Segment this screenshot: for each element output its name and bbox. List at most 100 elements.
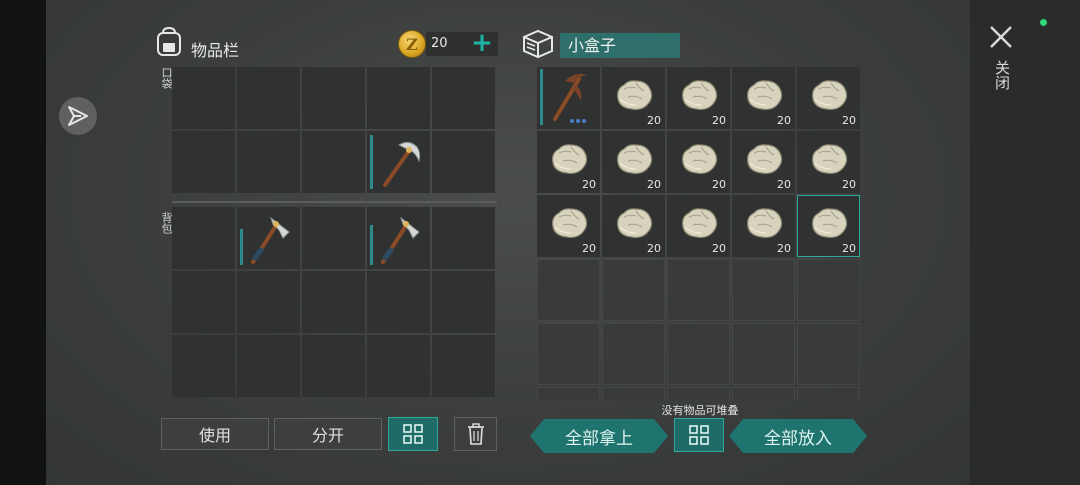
inventory-slot[interactable] [237, 335, 300, 397]
axe-icon [381, 216, 420, 264]
inventory-slot[interactable] [432, 335, 495, 397]
backpack-grid [172, 207, 495, 397]
box-slot[interactable]: 20 [602, 131, 665, 193]
box-slot[interactable]: 20 [732, 67, 795, 129]
inventory-slot[interactable] [367, 271, 430, 333]
pickaxe-icon [383, 141, 421, 187]
box-sort-button[interactable] [674, 418, 724, 452]
close-icon [990, 26, 1012, 48]
box-slot[interactable]: 20 [602, 195, 665, 257]
item-count: 20 [712, 178, 726, 191]
inventory-slot[interactable] [302, 335, 365, 397]
status-indicator [1040, 19, 1047, 26]
quality-dots [570, 119, 586, 123]
box-slot[interactable]: 20 [667, 131, 730, 193]
inventory-slot[interactable] [302, 67, 365, 129]
inventory-slot[interactable] [367, 335, 430, 397]
put-all-button[interactable]: 全部放入 [729, 419, 867, 453]
inventory-slot[interactable] [367, 207, 430, 269]
stone-icon [747, 208, 783, 239]
item-count: 20 [582, 178, 596, 191]
box-slot[interactable] [797, 259, 860, 321]
take-all-button[interactable]: 全部拿上 [530, 419, 668, 453]
stone-icon [617, 80, 653, 111]
item-count: 20 [842, 114, 856, 127]
box-slot[interactable] [797, 323, 860, 385]
box-slot[interactable] [732, 259, 795, 321]
inventory-slot[interactable] [237, 131, 300, 193]
stone-icon [812, 208, 848, 239]
grid-icon [403, 424, 423, 444]
box-slot[interactable]: 20 [797, 131, 860, 193]
stone-icon [747, 144, 783, 175]
box-slot[interactable] [732, 387, 795, 400]
stone-icon [747, 80, 783, 111]
box-slot[interactable] [667, 259, 730, 321]
close-button[interactable] [986, 22, 1016, 52]
coin-icon: Z [398, 30, 426, 58]
item-count: 20 [712, 114, 726, 127]
add-coins-button[interactable]: + [471, 30, 493, 56]
use-button[interactable]: 使用 [161, 418, 269, 450]
box-name-field[interactable]: 小盒子 [560, 33, 680, 58]
box-slot[interactable] [537, 259, 600, 321]
box-slot[interactable]: 20 [602, 67, 665, 129]
trash-button[interactable] [454, 417, 497, 451]
inventory-slot[interactable] [172, 335, 235, 397]
box-grid: 20 20 20 20 20 20 20 20 20 20 20 20 20 20 [537, 67, 860, 400]
pocket-grid [172, 67, 495, 193]
inventory-slot[interactable] [432, 271, 495, 333]
box-slot[interactable] [667, 387, 730, 400]
box-slot[interactable]: 20 [667, 195, 730, 257]
box-slot[interactable] [602, 259, 665, 321]
stone-icon [617, 144, 653, 175]
box-slot[interactable] [537, 67, 600, 129]
box-slot[interactable] [537, 323, 600, 385]
split-button[interactable]: 分开 [274, 418, 382, 450]
stone-icon [552, 208, 588, 239]
inventory-slot[interactable] [237, 207, 300, 269]
box-slot[interactable] [667, 323, 730, 385]
section-divider [172, 201, 497, 203]
inventory-slot[interactable] [172, 131, 235, 193]
close-panel [970, 0, 1080, 485]
box-slot[interactable]: 20 [537, 195, 600, 257]
inventory-slot[interactable] [172, 271, 235, 333]
box-slot[interactable] [602, 387, 665, 400]
left-edge [0, 0, 46, 485]
sort-button[interactable] [388, 417, 438, 451]
box-slot[interactable]: 20 [537, 131, 600, 193]
inventory-slot[interactable] [237, 67, 300, 129]
durability-bar [540, 69, 543, 125]
inventory-slot[interactable] [367, 131, 430, 193]
stone-icon [812, 144, 848, 175]
box-slot[interactable] [537, 387, 600, 400]
box-slot[interactable]: 20 [797, 67, 860, 129]
box-slot[interactable]: 20 [667, 67, 730, 129]
inventory-slot[interactable] [172, 207, 235, 269]
inventory-title: 物品栏 [191, 41, 240, 60]
box-slot-selected[interactable]: 20 [797, 195, 860, 257]
inventory-slot[interactable] [302, 207, 365, 269]
inventory-slot[interactable] [432, 207, 495, 269]
stone-icon [682, 208, 718, 239]
inventory-slot[interactable] [302, 271, 365, 333]
send-button[interactable] [59, 97, 97, 135]
box-slot[interactable]: 20 [732, 195, 795, 257]
inventory-slot[interactable] [432, 67, 495, 129]
stone-icon [617, 208, 653, 239]
box-slot[interactable] [602, 323, 665, 385]
box-slot[interactable]: 20 [732, 131, 795, 193]
inventory-slot[interactable] [432, 131, 495, 193]
stone-icon [552, 144, 588, 175]
close-label[interactable]: 关闭 [990, 60, 1011, 90]
grid-icon [689, 425, 709, 445]
stone-icon [682, 80, 718, 111]
trash-icon [467, 423, 484, 445]
box-slot[interactable] [732, 323, 795, 385]
inventory-slot[interactable] [302, 131, 365, 193]
inventory-slot[interactable] [367, 67, 430, 129]
inventory-slot[interactable] [237, 271, 300, 333]
box-slot[interactable] [797, 387, 860, 400]
inventory-slot[interactable] [172, 67, 235, 129]
